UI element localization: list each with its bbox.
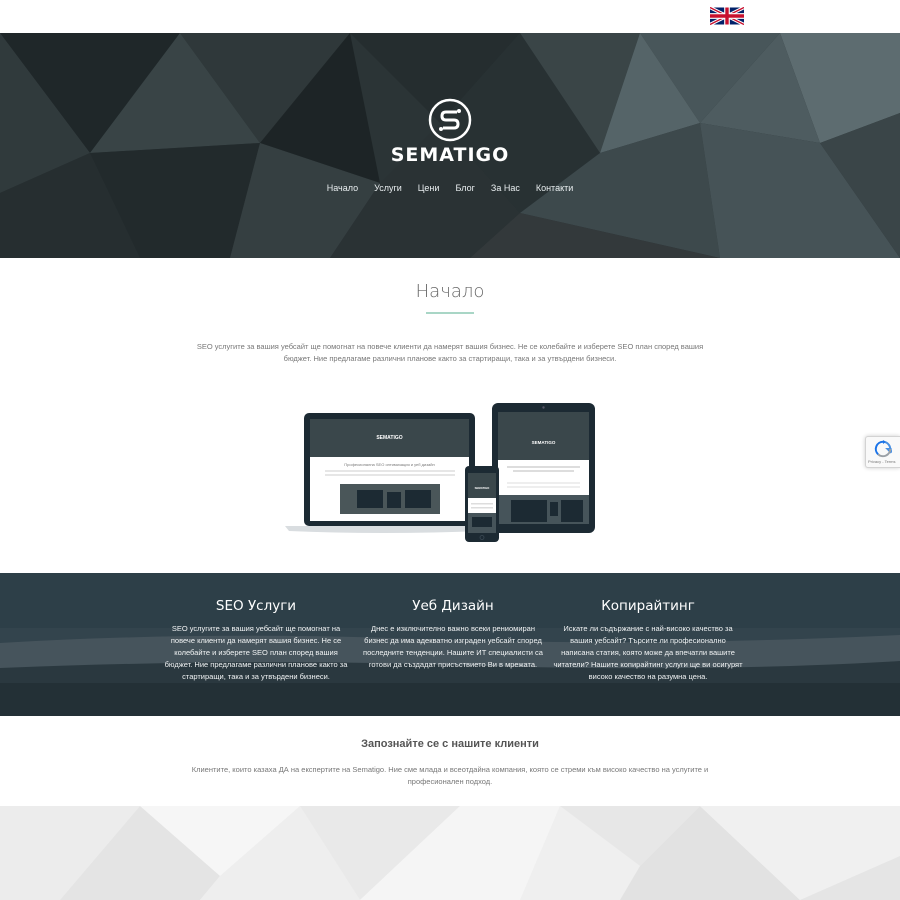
service-seo-text: SEO услугите за вашия уебсайт ще помогна… xyxy=(164,624,348,681)
hero-banner: SEMATIGO Начало Услуги Цени Блог За Нас … xyxy=(0,33,900,258)
recaptcha-privacy-terms[interactable]: Privacy - Terms xyxy=(868,459,895,464)
main-nav: Начало Услуги Цени Блог За Нас Контакти xyxy=(0,183,900,193)
top-bar xyxy=(0,0,900,33)
title-underline xyxy=(426,312,474,314)
recaptcha-icon xyxy=(874,440,892,458)
nav-item-about[interactable]: За Нас xyxy=(491,183,520,193)
clients-text: Клиентите, които казаха ДА на експертите… xyxy=(191,765,709,786)
service-seo-title: SEO Услуги xyxy=(215,598,297,614)
uk-flag-icon[interactable] xyxy=(710,7,744,25)
phone-logo-text: SEMATIGO xyxy=(475,486,491,490)
laptop-headline-text: Професионална SEO оптимизация и уеб диза… xyxy=(344,462,434,467)
service-copywriting-title: Копирайтинг xyxy=(601,598,695,614)
service-copywriting-text: Искате ли съдържание с най-високо качест… xyxy=(553,624,743,681)
services-band: SEO Услуги SEO услугите за вашия уебсайт… xyxy=(0,573,900,716)
nav-item-services[interactable]: Услуги xyxy=(374,183,402,193)
clients-polygon-background xyxy=(0,806,900,900)
logo-text[interactable]: SEMATIGO xyxy=(0,144,900,166)
service-seo: SEO Услуги SEO услугите за вашия уебсайт… xyxy=(161,598,351,683)
nav-item-prices[interactable]: Цени xyxy=(418,183,440,193)
service-copywriting: Копирайтинг Искате ли съдържание с най-в… xyxy=(553,598,743,683)
service-web-design-text: Днес е изключително важно всеки рениомир… xyxy=(363,624,543,669)
service-web-design-title: Уеб Дизайн xyxy=(412,598,494,614)
clients-title: Запознайте се с нашите клиенти xyxy=(361,738,539,750)
sematigo-s-logo-icon xyxy=(428,98,472,142)
page-title: Начало xyxy=(415,281,485,302)
recaptcha-badge[interactable]: Privacy - Terms xyxy=(865,436,900,468)
service-web-design: Уеб Дизайн Днес е изключително важно все… xyxy=(358,598,548,671)
nav-item-home[interactable]: Начало xyxy=(327,183,358,193)
nav-item-contacts[interactable]: Контакти xyxy=(536,183,573,193)
tablet-logo-text: SEMATIGO xyxy=(532,440,556,445)
light-polygon-background xyxy=(0,806,900,900)
responsive-devices-image: SEMATIGO Професионална SEO оптимизация и… xyxy=(285,403,595,542)
intro-text: SEO услугите за вашия уебсайт ще помогна… xyxy=(196,342,704,363)
nav-item-blog[interactable]: Блог xyxy=(455,183,474,193)
laptop-logo-text: SEMATIGO xyxy=(376,435,402,441)
